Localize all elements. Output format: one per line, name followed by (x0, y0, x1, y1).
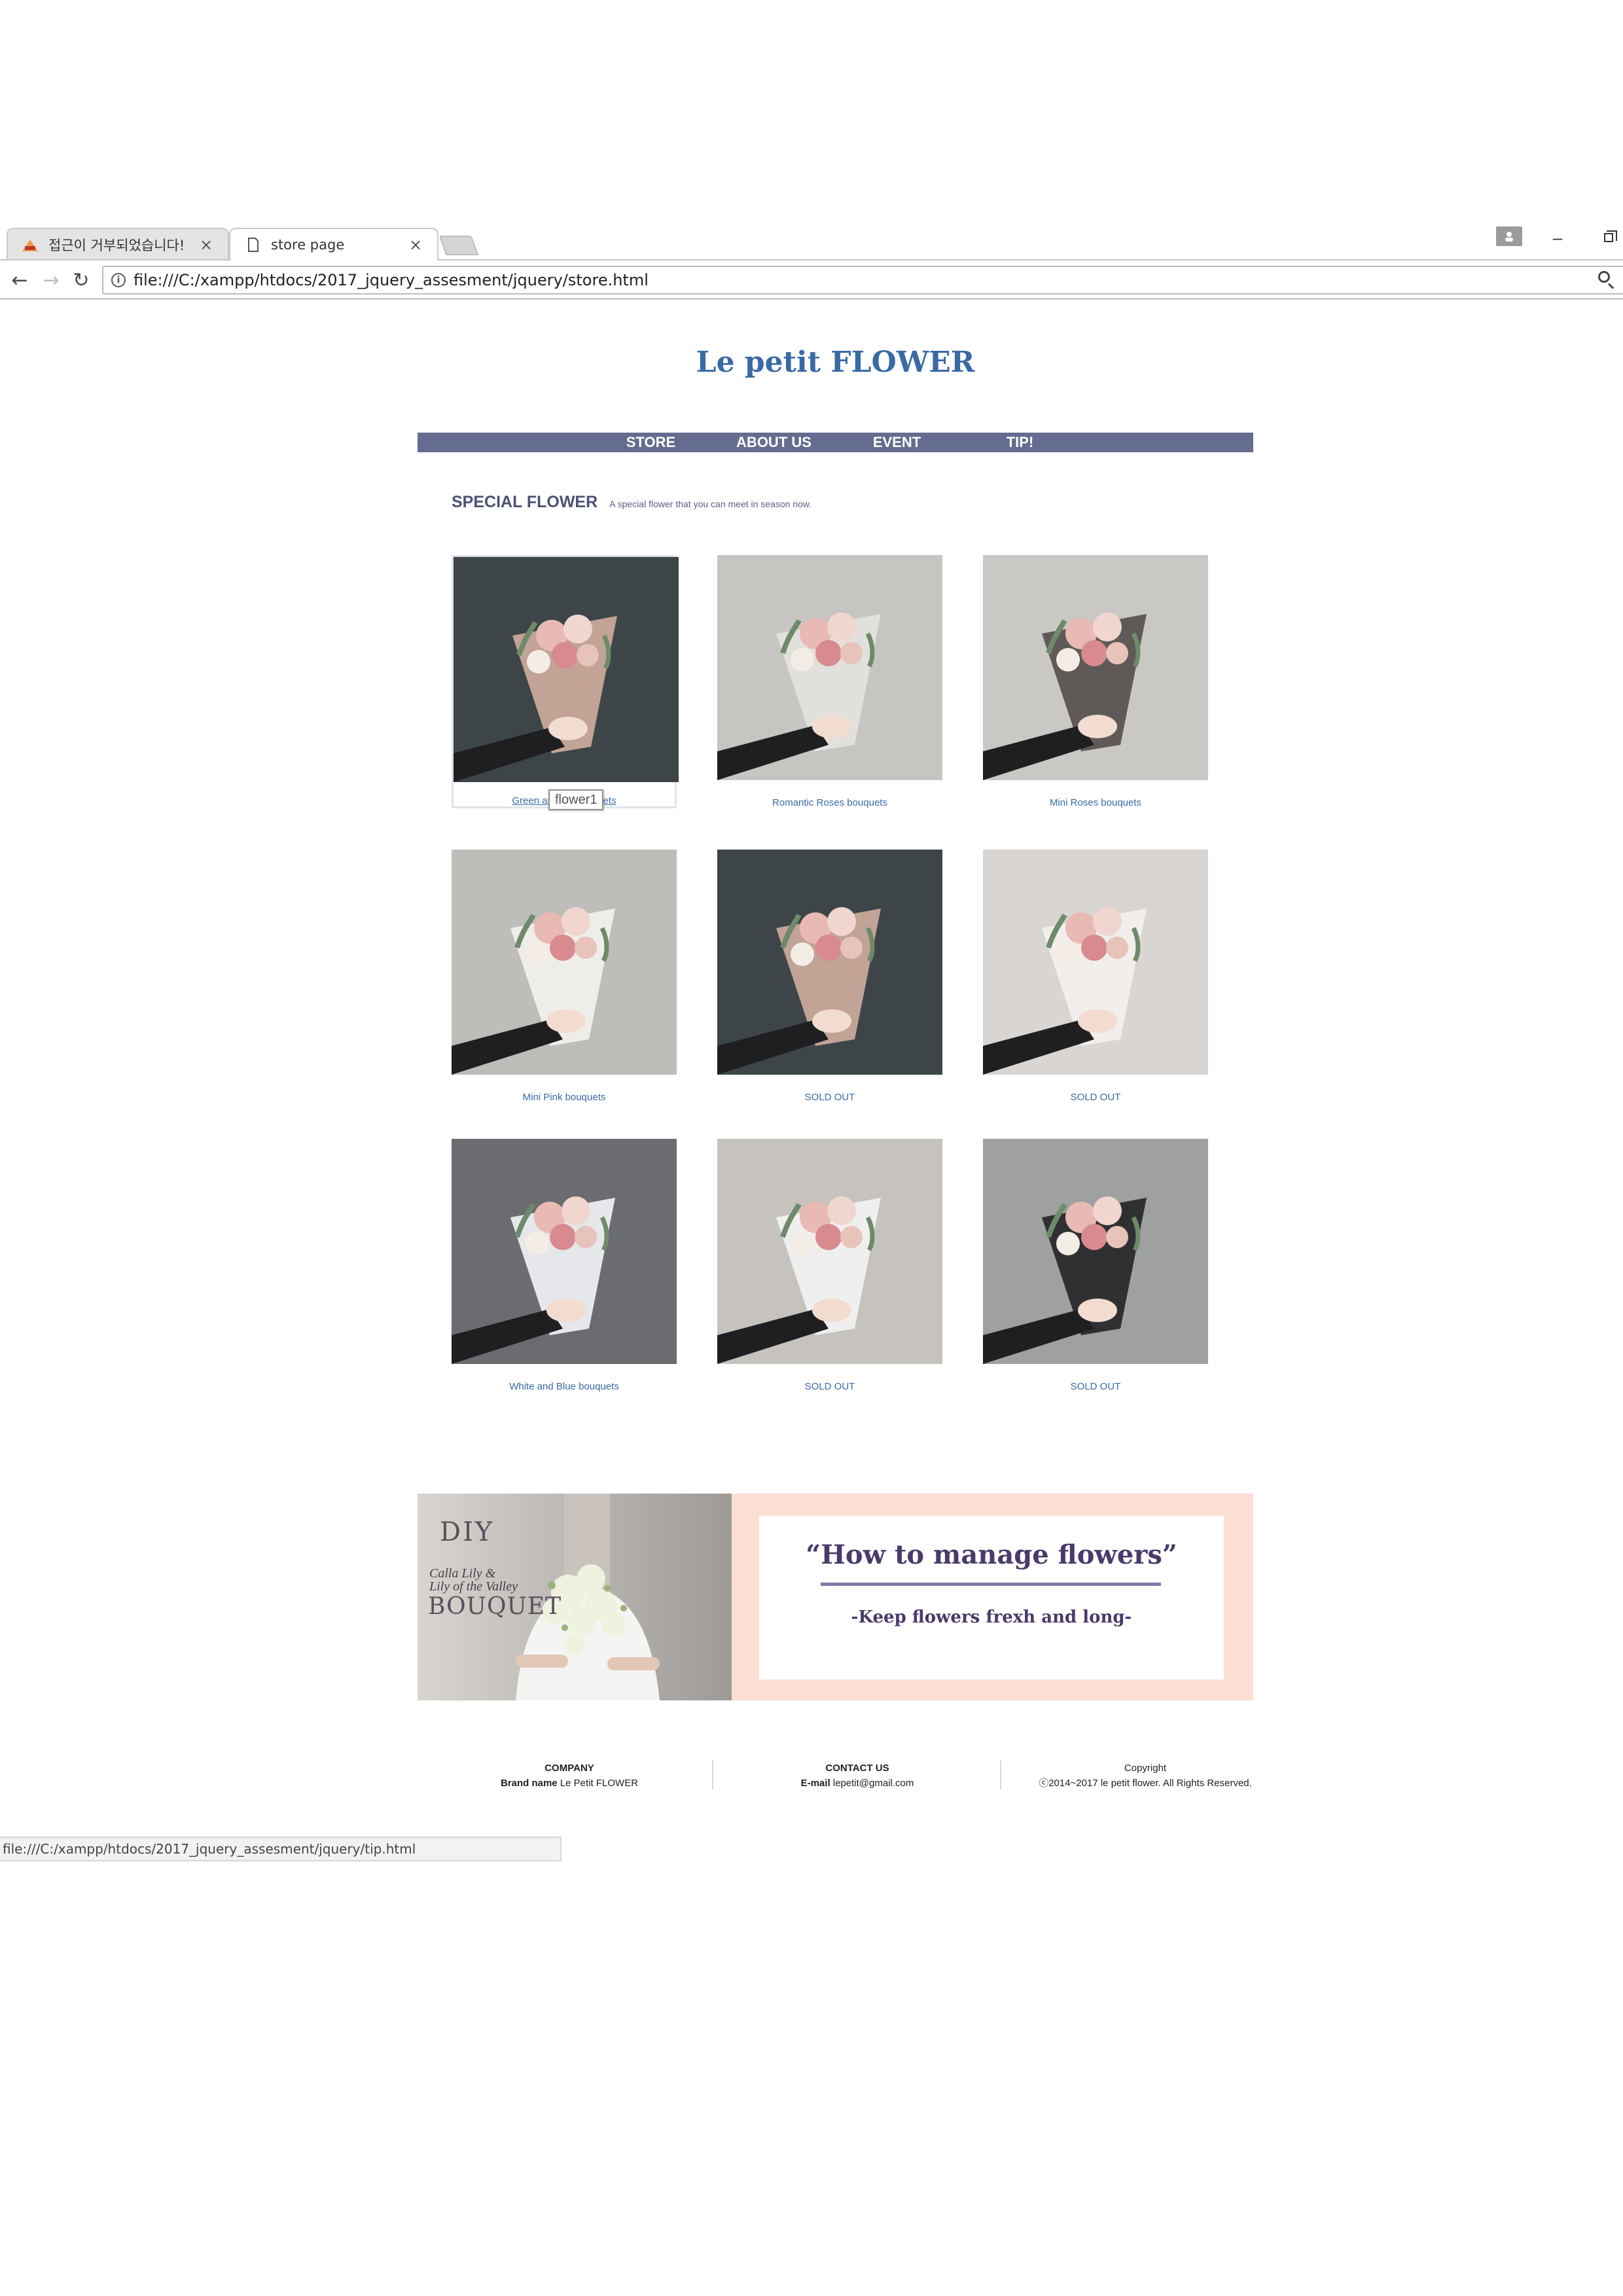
restore-icon (1604, 230, 1617, 242)
product-card[interactable]: SOLD OUT (717, 1139, 942, 1392)
product-photo[interactable] (717, 1139, 942, 1364)
product-photo[interactable] (717, 850, 942, 1075)
banner-bouquet-text: BOUQUET (428, 1593, 562, 1620)
banner-calla-text: Calla Lily & Lily of the Valley (429, 1566, 518, 1594)
footer-email[interactable]: lepetit@gmail.com (833, 1778, 914, 1789)
footer-heading: COMPANY (544, 1763, 594, 1774)
profile-button[interactable] (1496, 226, 1522, 246)
document-icon (248, 238, 259, 252)
tab-strip: 접근이 거부되었습니다! × store page × – (0, 223, 1623, 260)
reload-button[interactable]: ↻ (68, 267, 94, 293)
page-favicon-icon (22, 240, 38, 251)
footer-line: Brand name Le Petit FLOWER (500, 1778, 639, 1789)
product-photo[interactable] (983, 555, 1208, 780)
tab-title: store page (271, 237, 345, 253)
product-caption[interactable]: SOLD OUT (717, 1092, 942, 1103)
tab-store-page[interactable]: store page × (229, 228, 438, 260)
footer-heading: Copyright (1124, 1763, 1167, 1774)
browser-toolbar: ← → ↻ i file:///C:/xampp/htdocs/2017_jqu… (0, 259, 1623, 300)
minimize-button[interactable]: – (1544, 226, 1571, 249)
product-photo[interactable] (983, 850, 1208, 1075)
tab-close-icon[interactable]: × (198, 236, 215, 254)
footer-heading: CONTACT US (825, 1763, 889, 1774)
status-bubble: file:///C:/xampp/htdocs/2017_jquery_asse… (0, 1837, 562, 1861)
product-card[interactable]: SOLD OUT (983, 850, 1208, 1103)
product-photo[interactable] (452, 850, 677, 1075)
banner-divider (821, 1583, 1161, 1586)
footer-contact: CONTACT US E-mail lepetit@gmail.com (766, 1761, 949, 1791)
product-photo[interactable] (983, 1139, 1208, 1364)
product-card[interactable]: SOLD OUT (717, 850, 942, 1103)
bouquet-image (452, 1139, 677, 1364)
bouquet-image (983, 555, 1208, 780)
new-tab-button[interactable] (438, 236, 479, 255)
tab-access-denied[interactable]: 접근이 거부되었습니다! × (7, 228, 229, 260)
banner-subtitle: -Keep flowers frexh and long- (851, 1607, 1132, 1627)
banner-diy-text: DIY (440, 1517, 495, 1547)
product-caption[interactable]: Mini Roses bouquets (983, 797, 1208, 808)
nav-about-us[interactable]: ABOUT US (713, 433, 836, 452)
product-card[interactable]: Mini Pink bouquets (452, 850, 677, 1103)
product-caption[interactable]: SOLD OUT (717, 1381, 942, 1392)
product-caption[interactable]: White and Blue bouquets (452, 1381, 677, 1392)
banner-card: “How to manage flowers” -Keep flowers fr… (759, 1516, 1224, 1679)
footer-divider (1000, 1761, 1001, 1789)
product-card[interactable]: Green ar ets (452, 555, 679, 808)
section-subtitle: A special flower that you can meet in se… (609, 499, 812, 509)
bouquet-image (454, 557, 679, 782)
footer-copyright: Copyright ⓒ2014~2017 le petit flower. Al… (1034, 1761, 1257, 1791)
product-photo[interactable] (452, 1139, 677, 1364)
section-title: SPECIAL FLOWER (452, 493, 598, 511)
bouquet-image (983, 850, 1208, 1075)
banner-title: “How to manage flowers” (806, 1539, 1177, 1570)
product-caption[interactable]: Romantic Roses bouquets (717, 797, 942, 808)
nav-store[interactable]: STORE (590, 433, 713, 452)
product-card[interactable]: SOLD OUT (983, 1139, 1208, 1392)
nav-tip[interactable]: TIP! (959, 433, 1082, 452)
address-bar[interactable]: i file:///C:/xampp/htdocs/2017_jquery_as… (102, 266, 1623, 295)
site-info-icon[interactable]: i (111, 273, 126, 287)
tab-close-icon[interactable]: × (407, 236, 424, 254)
tip-banner[interactable]: DIY Calla Lily & Lily of the Valley BOUQ… (418, 1494, 1253, 1700)
tooltip: flower1 (548, 789, 604, 810)
url-text[interactable]: file:///C:/xampp/htdocs/2017_jquery_asse… (134, 271, 1593, 289)
back-button[interactable]: ← (7, 267, 33, 293)
product-photo[interactable] (717, 555, 942, 780)
product-card[interactable]: Romantic Roses bouquets (717, 555, 942, 808)
bouquet-image (717, 555, 942, 780)
site-logo[interactable]: Le petit FLOWER (418, 346, 1253, 379)
product-caption[interactable]: SOLD OUT (983, 1092, 1208, 1103)
footer-company: COMPANY Brand name Le Petit FLOWER (478, 1761, 661, 1791)
bouquet-image (717, 850, 942, 1075)
person-icon (1505, 232, 1513, 242)
product-card[interactable]: Mini Roses bouquets (983, 555, 1208, 808)
nav-event[interactable]: EVENT (836, 433, 959, 452)
restore-button[interactable] (1597, 226, 1620, 249)
bouquet-image (717, 1139, 942, 1364)
zoom-icon[interactable] (1593, 267, 1619, 293)
forward-button[interactable]: → (38, 267, 64, 293)
product-caption[interactable]: SOLD OUT (983, 1381, 1208, 1392)
product-caption[interactable]: Mini Pink bouquets (452, 1092, 677, 1103)
main-nav: STORE ABOUT US EVENT TIP! (418, 433, 1253, 452)
section-header: SPECIAL FLOWER A special flower that you… (452, 493, 812, 512)
banner-photo: DIY Calla Lily & Lily of the Valley BOUQ… (418, 1494, 732, 1700)
bouquet-image (452, 850, 677, 1075)
footer-divider (712, 1761, 713, 1789)
tab-title: 접근이 거부되었습니다! (48, 238, 185, 253)
product-photo[interactable] (454, 557, 679, 782)
footer-line: ⓒ2014~2017 le petit flower. All Rights R… (1039, 1778, 1252, 1789)
product-card[interactable]: White and Blue bouquets (452, 1139, 677, 1392)
footer-line: E-mail lepetit@gmail.com (800, 1778, 914, 1789)
bouquet-image (983, 1139, 1208, 1364)
